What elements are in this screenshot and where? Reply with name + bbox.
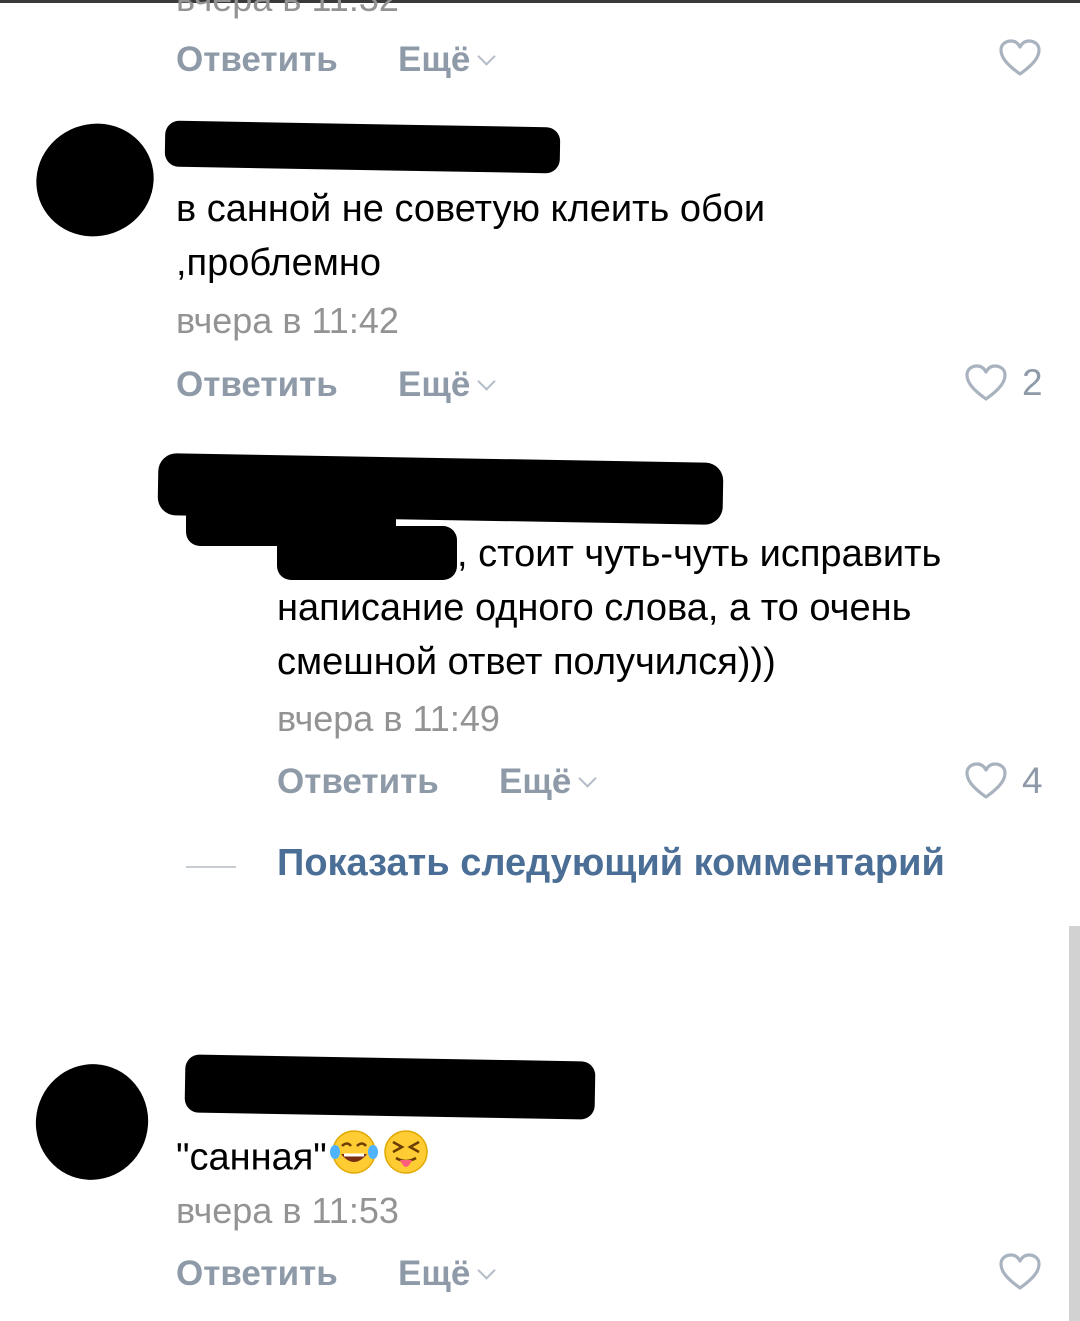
face-with-tears-of-joy-icon (329, 1128, 379, 1191)
show-next-comment-link[interactable]: Показать следующий комментарий (277, 842, 945, 885)
more-label: Ещё (398, 1254, 471, 1293)
comment-timestamp: вчера в 11:42 (176, 300, 399, 341)
like-count: 4 (1022, 760, 1043, 801)
comment-text: "санная" (176, 1128, 431, 1191)
chevron-down-icon (477, 1260, 497, 1280)
chevron-down-icon (477, 46, 497, 66)
redacted-author-name (164, 120, 561, 174)
like-button[interactable] (998, 1252, 1042, 1292)
comment-timestamp: вчера в 11:49 (277, 698, 500, 739)
reply-button[interactable]: Ответить (176, 365, 338, 405)
more-button[interactable]: Ещё (398, 40, 497, 80)
reply-button[interactable]: Ответить (176, 1254, 338, 1294)
thread-line (186, 866, 236, 868)
chevron-down-icon (477, 371, 497, 391)
comments-screen: вчера в 11:32 Ответить Ещё в санной не с… (0, 0, 1080, 1321)
avatar[interactable] (20, 107, 170, 253)
comment-text-line: написание одного слова, а то очень (277, 587, 912, 629)
more-button[interactable]: Ещё (499, 762, 598, 802)
squinting-face-with-tongue-icon (381, 1128, 431, 1191)
heart-icon (964, 363, 1008, 403)
reply-button[interactable]: Ответить (277, 762, 439, 802)
like-button[interactable]: 2 (964, 362, 1043, 404)
more-label: Ещё (398, 40, 471, 79)
like-count: 2 (1022, 362, 1043, 403)
scrollbar[interactable] (1069, 926, 1080, 1321)
avatar[interactable] (22, 1051, 162, 1193)
heart-icon (998, 1252, 1042, 1292)
reply-button[interactable]: Ответить (176, 40, 338, 80)
comment-text-line: смешной ответ получился))) (277, 641, 776, 683)
comment-text-line: в санной не советую клеить обои (176, 188, 766, 230)
comment-text-line: , стоит чуть-чуть исправить (457, 533, 942, 575)
heart-icon (964, 761, 1008, 801)
more-label: Ещё (499, 762, 572, 801)
comment-text: в санной не советую клеить обои ,проблем… (176, 182, 765, 290)
top-divider (0, 0, 1080, 3)
heart-icon (998, 38, 1042, 78)
redacted-author-name (184, 1054, 596, 1120)
more-button[interactable]: Ещё (398, 1254, 497, 1294)
comment-text-line: "санная" (176, 1136, 327, 1179)
like-button[interactable] (998, 38, 1042, 78)
more-label: Ещё (398, 365, 471, 404)
comment-text: , стоит чуть-чуть исправить написание од… (277, 527, 941, 689)
comment-timestamp: вчера в 11:32 (176, 0, 399, 20)
more-button[interactable]: Ещё (398, 365, 497, 405)
like-button[interactable]: 4 (964, 760, 1043, 802)
comment-text-line: ,проблемно (176, 242, 382, 284)
comment-timestamp: вчера в 11:53 (176, 1190, 399, 1231)
chevron-down-icon (578, 768, 598, 788)
